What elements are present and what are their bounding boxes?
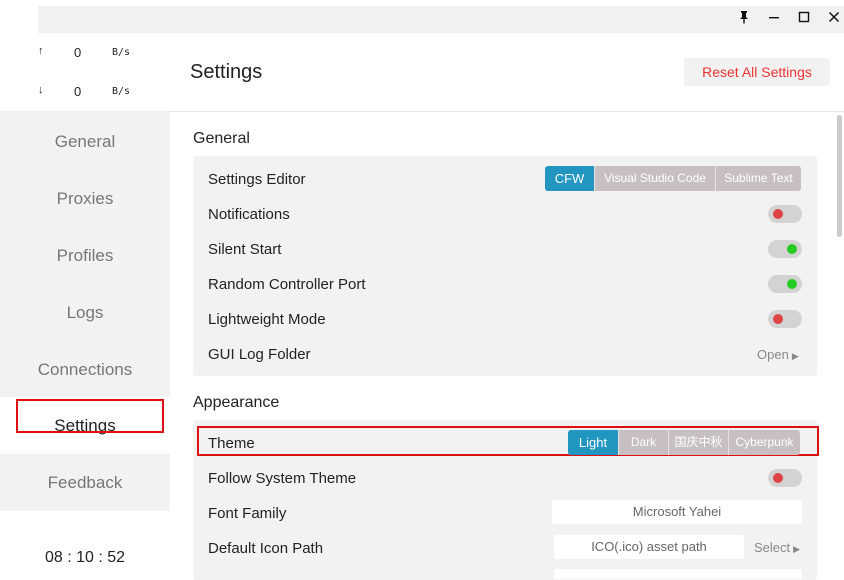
upload-value: 0 (74, 45, 82, 60)
gui-log-open-button[interactable]: Open ▶ (757, 347, 799, 362)
select-label: Select (754, 540, 791, 555)
settings-panel: Settings Reset All Settings General Sett… (170, 33, 844, 580)
pin-icon[interactable] (736, 10, 752, 26)
theme-option-cyberpunk[interactable]: Cyberpunk (728, 430, 800, 455)
font-family-field[interactable]: Microsoft Yahei (552, 500, 802, 524)
editor-option-vscode[interactable]: Visual Studio Code (594, 166, 715, 191)
download-speed: ↓ 0 B/s (0, 84, 170, 104)
follow-system-theme-toggle[interactable] (768, 469, 802, 487)
lightweight-mode-toggle[interactable] (768, 310, 802, 328)
download-arrow-icon: ↓ (38, 84, 44, 96)
lightweight-mode-label: Lightweight Mode (208, 311, 326, 328)
sidebar-item-feedback[interactable]: Feedback (0, 454, 170, 511)
editor-option-sublime[interactable]: Sublime Text (715, 166, 801, 191)
toggle-knob (787, 244, 797, 254)
settings-editor-selector: CFW Visual Studio Code Sublime Text (545, 166, 801, 191)
section-title-appearance: Appearance (193, 394, 280, 411)
sidebar-item-profiles[interactable]: Profiles (0, 227, 170, 284)
gui-log-folder-label: GUI Log Folder (208, 346, 311, 363)
download-unit: B/s (112, 86, 131, 97)
icon-path-select-button[interactable]: Select ▶ (754, 540, 800, 555)
theme-option-national-day[interactable]: 国庆中秋 (668, 430, 728, 455)
theme-label: Theme (208, 435, 255, 452)
upload-arrow-icon: ↑ (38, 45, 44, 57)
silent-start-label: Silent Start (208, 241, 282, 258)
next-field-partial[interactable] (554, 569, 802, 579)
theme-option-light[interactable]: Light (568, 430, 618, 455)
sidebar-item-general[interactable]: General (0, 113, 170, 170)
sidebar-item-connections[interactable]: Connections (0, 341, 170, 398)
maximize-icon[interactable] (796, 10, 812, 26)
close-icon[interactable] (826, 10, 842, 26)
toggle-knob (787, 279, 797, 289)
traffic-monitor: ↑ 0 B/s ↓ 0 B/s (0, 33, 170, 111)
random-controller-port-toggle[interactable] (768, 275, 802, 293)
settings-highlight-box (16, 399, 164, 433)
triangle-right-icon: ▶ (791, 351, 799, 361)
upload-speed: ↑ 0 B/s (0, 45, 170, 65)
editor-option-cfw[interactable]: CFW (545, 166, 594, 191)
font-family-label: Font Family (208, 505, 287, 522)
icon-path-field[interactable]: ICO(.ico) asset path (554, 535, 744, 559)
sidebar-item-proxies[interactable]: Proxies (0, 170, 170, 227)
random-controller-port-label: Random Controller Port (208, 276, 366, 293)
notifications-toggle[interactable] (768, 205, 802, 223)
notifications-label: Notifications (208, 206, 290, 223)
download-value: 0 (74, 84, 82, 99)
sidebar-item-logs[interactable]: Logs (0, 284, 170, 341)
triangle-right-icon: ▶ (793, 544, 801, 554)
toggle-knob (773, 209, 783, 219)
theme-selector: Light Dark 国庆中秋 Cyberpunk (568, 430, 800, 455)
minimize-icon[interactable] (766, 10, 782, 26)
reset-all-settings-button[interactable]: Reset All Settings (684, 58, 830, 86)
default-icon-path-label: Default Icon Path (208, 540, 324, 557)
toggle-knob (773, 473, 783, 483)
toggle-knob (773, 314, 783, 324)
header-divider (170, 111, 844, 112)
section-title-general: General (193, 130, 250, 147)
sidebar: ↑ 0 B/s ↓ 0 B/s General Proxies Profiles… (0, 33, 170, 576)
follow-system-theme-label: Follow System Theme (208, 470, 357, 487)
silent-start-toggle[interactable] (768, 240, 802, 258)
upload-unit: B/s (112, 47, 131, 58)
title-bar (0, 0, 844, 33)
settings-editor-label: Settings Editor (208, 171, 306, 188)
scrollbar-thumb[interactable] (837, 115, 842, 237)
title-bar-shade (38, 6, 844, 33)
theme-option-dark[interactable]: Dark (618, 430, 668, 455)
open-label: Open (757, 347, 789, 362)
clock: 08 : 10 : 52 (44, 549, 126, 566)
page-title: Settings (190, 61, 263, 83)
